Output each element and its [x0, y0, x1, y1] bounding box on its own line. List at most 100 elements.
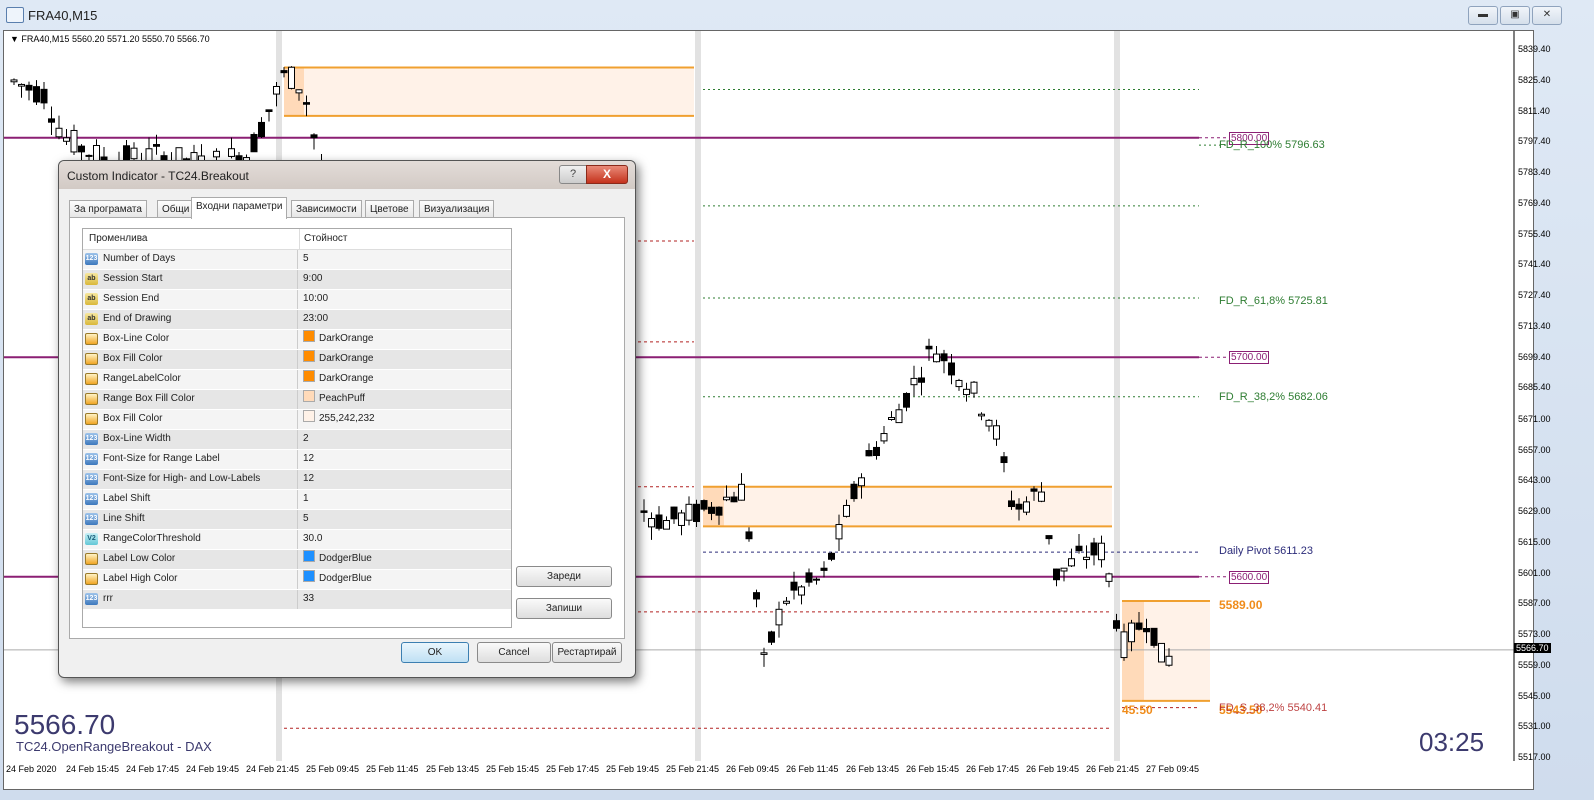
candle-bull — [295, 89, 303, 94]
dialog-title: Custom Indicator - TC24.Breakout — [67, 169, 249, 183]
candle-bear — [708, 506, 715, 514]
candle-bear — [153, 144, 160, 147]
tab-2[interactable]: Входни параметри — [191, 197, 288, 219]
y-tick-label: 5839.40 — [1518, 44, 1551, 55]
y-tick-label: 5811.40 — [1518, 105, 1550, 116]
param-value-cell[interactable]: 255,242,232 — [297, 410, 375, 429]
candle-bull — [783, 600, 790, 604]
param-name: Number of Days — [103, 253, 176, 264]
load-button[interactable]: Зареди — [516, 566, 612, 587]
candle-bull — [955, 379, 963, 388]
current-price-tag: 5566.70 — [1514, 642, 1551, 653]
minimize-button[interactable]: ▬ — [1468, 6, 1498, 25]
param-row[interactable]: Box Fill Color DarkOrange — [83, 350, 511, 370]
param-row[interactable]: 123 rrr 33 — [83, 590, 511, 610]
param-value-cell[interactable]: DarkOrange — [297, 370, 373, 389]
candle-bear — [693, 503, 700, 522]
indicator-name-label: TC24.OpenRangeBreakout - DAX — [16, 739, 212, 754]
candle-bull — [963, 388, 970, 396]
param-name: Font-Size for Range Label — [103, 453, 220, 464]
color-type-icon — [85, 333, 98, 345]
save-button[interactable]: Запиши — [516, 598, 612, 619]
param-value-cell[interactable]: 2 — [297, 430, 309, 449]
param-row[interactable]: ab Session Start 9:00 — [83, 270, 511, 290]
x-tick-label: 24 Feb 15:45 — [66, 764, 120, 774]
int-type-icon: 123 — [85, 493, 98, 505]
candle-bull — [723, 496, 730, 501]
param-value-cell[interactable]: PeachPuff — [297, 390, 365, 409]
tab-4[interactable]: Цветове — [365, 200, 414, 218]
param-row[interactable]: 123 Line Shift 5 — [83, 510, 511, 530]
s-level-label: FD_S_38,2% 5540.41 — [1219, 701, 1328, 714]
tab-5[interactable]: Визуализация — [419, 200, 495, 218]
candle-bull — [648, 518, 655, 528]
param-value-cell[interactable]: 30.0 — [297, 530, 322, 549]
candle-bear — [745, 531, 753, 540]
param-row[interactable]: ab End of Drawing 23:00 — [83, 310, 511, 330]
candle-bear — [730, 496, 738, 503]
param-value-cell[interactable]: 12 — [297, 450, 314, 469]
candle-bull — [978, 413, 985, 417]
price-axis[interactable]: 5839.40 5825.40 5811.40 5797.40 5783.40 5769.… — [1510, 0, 1594, 762]
candle-bear — [1113, 620, 1120, 629]
param-value: DarkOrange — [319, 373, 374, 384]
minimize-icon: ▬ — [1478, 9, 1488, 20]
param-value-cell[interactable]: 1 — [297, 490, 309, 509]
candle-bear — [78, 145, 85, 153]
param-value-cell[interactable]: DodgerBlue — [297, 550, 372, 569]
param-value-cell[interactable]: 23:00 — [297, 310, 328, 329]
param-row[interactable]: 123 Font-Size for Range Label 12 — [83, 450, 511, 470]
candle-bull — [985, 419, 993, 427]
param-row[interactable]: RangeLabelColor DarkOrange — [83, 370, 511, 390]
param-row[interactable]: Box Fill Color 255,242,232 — [83, 410, 511, 430]
param-value-cell[interactable]: DarkOrange — [297, 330, 373, 349]
param-row[interactable]: Label High Color DodgerBlue — [83, 570, 511, 590]
param-value-cell[interactable]: 9:00 — [297, 270, 322, 289]
dialog-close-button[interactable]: X — [586, 165, 628, 184]
param-value-cell[interactable]: DarkOrange — [297, 350, 373, 369]
y-tick-label: 5797.40 — [1518, 136, 1551, 147]
y-tick-label: 5741.40 — [1518, 259, 1551, 270]
color-swatch — [303, 330, 315, 342]
param-value-cell[interactable]: 33 — [297, 590, 314, 609]
ok-button[interactable]: OK — [401, 642, 469, 663]
candle-bull — [55, 127, 63, 138]
tab-1[interactable]: Общи — [157, 200, 195, 218]
param-value: 23:00 — [303, 313, 329, 324]
tab-3[interactable]: Зависимости — [291, 200, 362, 218]
param-row[interactable]: Label Low Color DodgerBlue — [83, 550, 511, 570]
candle-bear — [1000, 456, 1008, 464]
param-value-cell[interactable]: 12 — [297, 470, 314, 489]
y-tick-label: 5657.00 — [1518, 444, 1551, 455]
param-row[interactable]: 123 Font-Size for High- and Low-Labels 12 — [83, 470, 511, 490]
param-row[interactable]: V2 RangeColorThreshold 30.0 — [83, 530, 511, 550]
param-value: 5 — [303, 253, 309, 264]
tab-0[interactable]: За програмата — [69, 200, 147, 218]
param-row[interactable]: 123 Label Shift 1 — [83, 490, 511, 510]
cancel-button[interactable]: Cancel — [477, 642, 551, 663]
param-value-cell[interactable]: DodgerBlue — [297, 570, 372, 589]
param-row[interactable]: ab Session End 10:00 — [83, 290, 511, 310]
param-row[interactable]: 123 Box-Line Width 2 — [83, 430, 511, 450]
x-tick-label: 25 Feb 15:45 — [486, 764, 540, 774]
reset-button[interactable]: Рестартирай — [552, 642, 622, 663]
mt4-chart-window: FRA40,M15 ▬ ▣ ✕ ▼ FRA40,M15 5560.20 5571… — [0, 0, 1594, 800]
int-type-icon: 123 — [85, 433, 98, 445]
y-tick-label: 5713.40 — [1518, 320, 1551, 331]
parameters-grid[interactable]: Променлива Стойност 123 Number of Days 5 ab… — [82, 228, 512, 628]
candle-bull — [130, 147, 138, 160]
param-row[interactable]: 123 Number of Days 5 — [83, 250, 511, 270]
help-button[interactable]: ? — [559, 165, 587, 184]
param-row[interactable]: Range Box Fill Color PeachPuff — [83, 390, 511, 410]
y-tick-label: 5573.00 — [1518, 629, 1551, 640]
param-value: DarkOrange — [319, 333, 374, 344]
param-value-cell[interactable]: 5 — [297, 250, 309, 269]
param-value-cell[interactable]: 10:00 — [297, 290, 328, 309]
color-swatch — [303, 410, 315, 422]
y-tick-label: 5517.00 — [1518, 752, 1551, 762]
candle-bear — [700, 500, 708, 510]
fib-level-label: FD_R_38,2% 5682.06 — [1219, 390, 1328, 403]
param-row[interactable]: Box-Line Color DarkOrange — [83, 330, 511, 350]
param-value-cell[interactable]: 5 — [297, 510, 309, 529]
candle-bear — [655, 514, 663, 529]
